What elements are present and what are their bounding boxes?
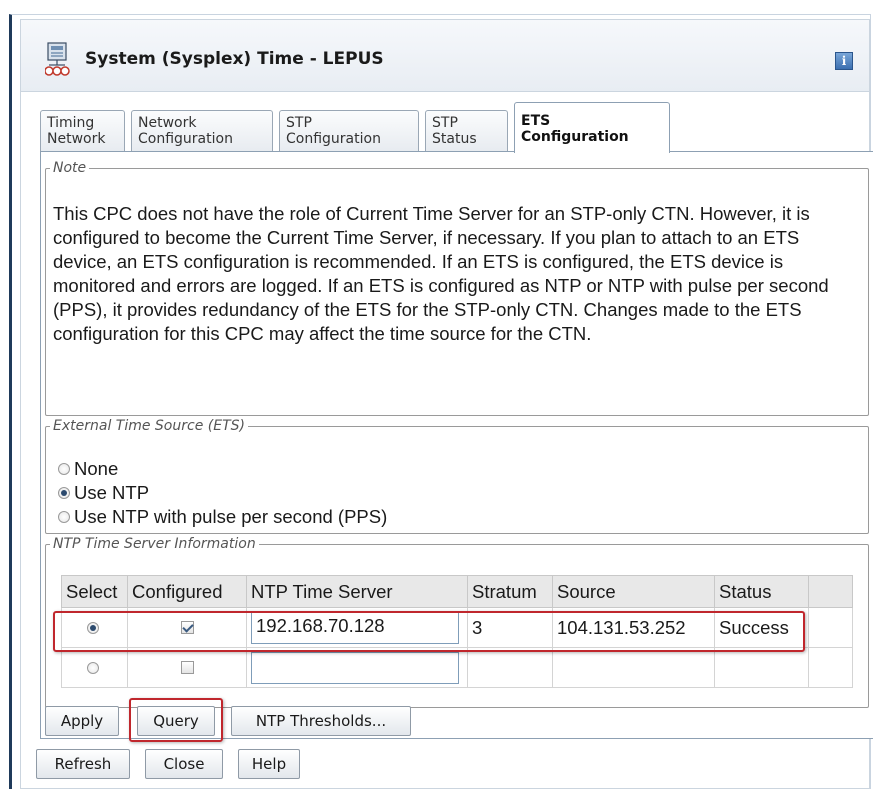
configured-checkbox[interactable] [180,661,194,674]
table-row[interactable] [61,647,853,688]
tab-content-panel: Note This CPC does not have the role of … [40,151,873,742]
ntp-legend: NTP Time Server Information [53,536,256,552]
spacer-cell [808,647,853,688]
radio-use-ntp-pps[interactable] [58,511,70,523]
configured-checkbox[interactable] [180,621,194,634]
radio-label: Use NTP with pulse per second (PPS) [74,506,388,527]
tab-stp-configuration[interactable]: STP Configuration [279,110,419,152]
ets-group: External Time Source (ETS) None Use NTP … [45,418,869,534]
tab-label-line1: Timing [47,115,95,131]
tab-label-line1: ETS [521,113,551,129]
tab-label-line2: Configuration [521,129,629,145]
row-select-radio[interactable] [86,621,99,634]
source-cell [552,647,715,688]
select-cell[interactable] [61,647,128,688]
col-configured: Configured [127,575,247,608]
tab-timing-network[interactable]: Timing Network [40,110,125,152]
ntp-table-header: Select Configured NTP Time Server Stratu… [61,575,853,608]
tab-ets-configuration[interactable]: ETS Configuration [514,102,670,153]
sysplex-time-icon [44,42,71,78]
radio-label: Use NTP [74,482,150,503]
note-text: This CPC does not have the role of Curre… [53,203,829,344]
spacer-cell [808,607,853,648]
tab-label-line2: Configuration [286,131,381,147]
col-status: Status [714,575,809,608]
radio-use-ntp[interactable] [58,487,70,499]
ntp-table: Select Configured NTP Time Server Stratu… [61,575,853,688]
col-select: Select [61,575,128,608]
note-legend: Note [53,160,87,176]
tab-label-line1: STP [286,115,312,131]
ntp-server-input[interactable]: 192.168.70.128 [251,611,459,644]
stratum-cell: 3 [467,607,553,648]
ets-legend: External Time Source (ETS) [53,418,245,434]
note-group: Note This CPC does not have the role of … [45,160,869,416]
table-row[interactable]: 192.168.70.128 3 104.131.53.252 Success [61,607,853,648]
ntp-group: NTP Time Server Information Select Confi… [45,536,869,708]
status-cell [714,647,809,688]
tab-stp-status[interactable]: STP Status [425,110,508,152]
col-ntp-time-server: NTP Time Server [246,575,468,608]
server-cell[interactable] [246,647,468,688]
tab-label-line1: STP [432,115,458,131]
configured-cell[interactable] [127,647,247,688]
window-title: System (Sysplex) Time - LEPUS [85,49,384,69]
server-cell[interactable]: 192.168.70.128 [246,607,468,648]
ntp-server-input[interactable] [251,651,459,684]
query-button[interactable]: Query [137,706,215,736]
tab-label-line2: Status [432,131,477,147]
status-cell: Success [714,607,809,648]
radio-none[interactable] [58,463,70,475]
ets-option-none[interactable]: None [58,458,118,480]
radio-label: None [74,458,119,479]
ets-option-use-ntp-pps[interactable]: Use NTP with pulse per second (PPS) [58,506,387,528]
title-bar: System (Sysplex) Time - LEPUS i [21,20,869,92]
col-source: Source [552,575,715,608]
row-select-radio[interactable] [86,661,99,674]
tab-label-line1: Network [138,115,197,131]
col-stratum: Stratum [467,575,553,608]
ntp-thresholds-button[interactable]: NTP Thresholds... [231,706,411,736]
col-spacer [808,575,853,608]
close-button[interactable]: Close [145,749,223,779]
apply-button[interactable]: Apply [45,706,119,736]
window-frame: System (Sysplex) Time - LEPUS i Timing N… [9,14,873,789]
stratum-cell [467,647,553,688]
help-button[interactable]: Help [238,749,300,779]
tab-network-configuration[interactable]: Network Configuration [131,110,273,152]
info-icon[interactable]: i [835,52,853,70]
source-cell: 104.131.53.252 [552,607,715,648]
ets-option-use-ntp[interactable]: Use NTP [58,482,149,504]
tab-label-line2: Configuration [138,131,233,147]
tab-label-line2: Network [47,131,106,147]
dialog: System (Sysplex) Time - LEPUS i Timing N… [20,19,873,789]
configured-cell[interactable] [127,607,247,648]
refresh-button[interactable]: Refresh [36,749,130,779]
select-cell[interactable] [61,607,128,648]
